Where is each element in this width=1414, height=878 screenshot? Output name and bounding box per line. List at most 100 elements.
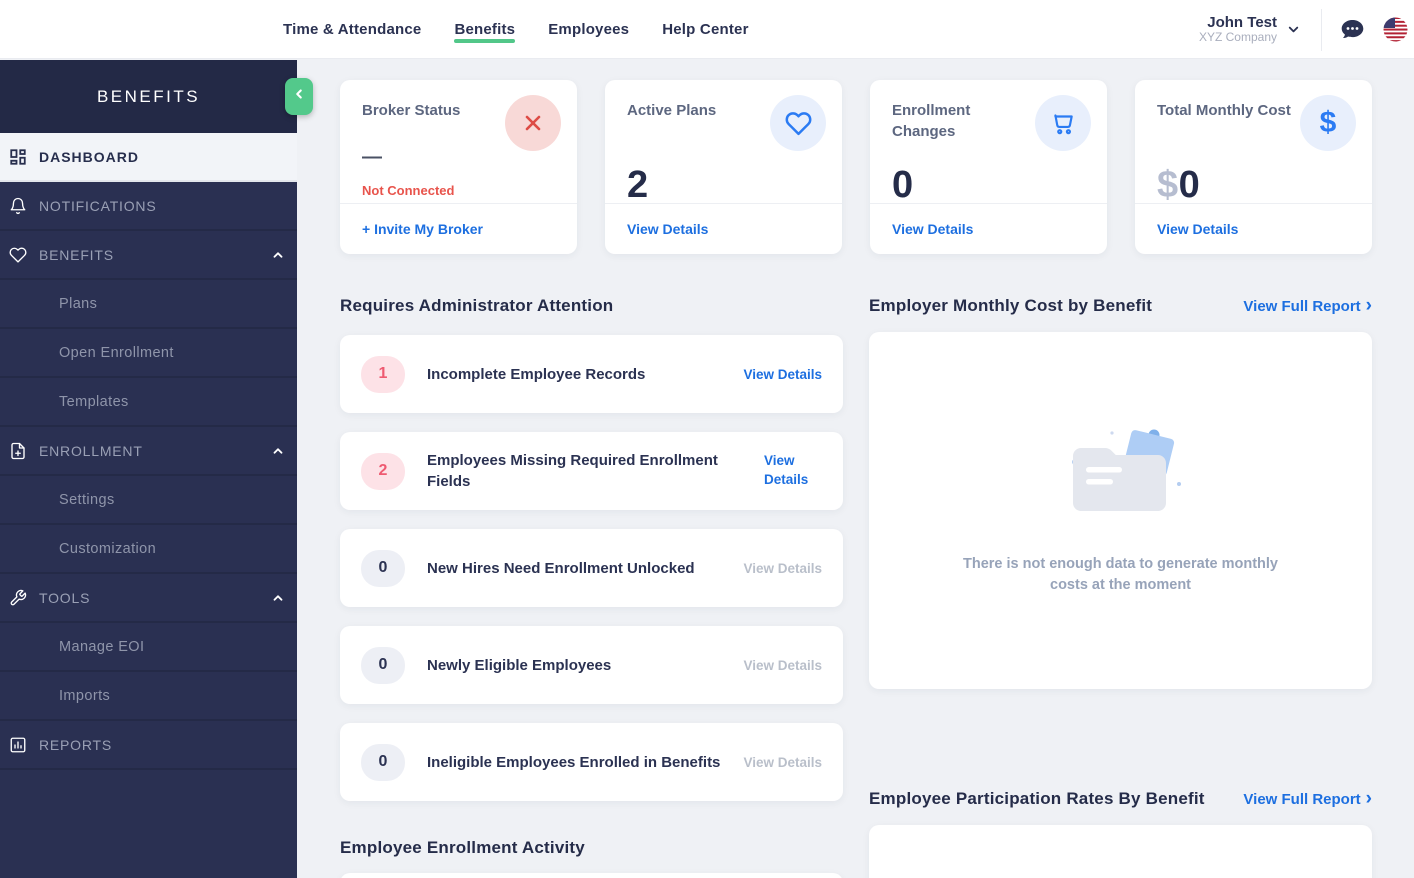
nav-help-center[interactable]: Help Center xyxy=(662,0,748,59)
sidebar-item-label: Manage EOI xyxy=(59,638,145,655)
view-details-link[interactable]: View Details xyxy=(627,221,708,237)
sidebar-item-open-enrollment[interactable]: Open Enrollment xyxy=(0,329,297,378)
sidebar-item-plans[interactable]: Plans xyxy=(0,280,297,329)
empty-folder-illustration xyxy=(1071,429,1181,512)
sidebar-item-enrollment[interactable]: ENROLLMENT xyxy=(0,427,297,476)
attention-label: Ineligible Employees Enrolled in Benefit… xyxy=(427,753,721,771)
participation-heading: Employee Participation Rates By Benefit xyxy=(869,789,1205,808)
user-name: John Test xyxy=(1207,13,1277,31)
sidebar-item-imports[interactable]: Imports xyxy=(0,672,297,721)
chevron-up-icon[interactable] xyxy=(271,444,285,458)
sidebar-item-manage-eoi[interactable]: Manage EOI xyxy=(0,623,297,672)
sidebar-item-customization[interactable]: Customization xyxy=(0,525,297,574)
topbar-divider xyxy=(1321,8,1322,51)
card-footer: View Details xyxy=(1135,203,1372,254)
chevron-right-icon: › xyxy=(1365,294,1372,316)
chat-icon[interactable] xyxy=(1339,18,1366,42)
sidebar-item-label: DASHBOARD xyxy=(39,148,139,165)
chevron-up-icon[interactable] xyxy=(271,248,285,262)
card-title: Enrollment Changes xyxy=(892,102,971,140)
sidebar-collapse-button[interactable] xyxy=(285,78,313,115)
sidebar-item-reports[interactable]: REPORTS xyxy=(0,721,297,770)
enrollment-activity-card xyxy=(340,873,843,878)
sidebar: BENEFITS DASHBOARD NOTIFICATIONS BENEFIT… xyxy=(0,60,297,878)
sidebar-item-label: REPORTS xyxy=(39,736,113,753)
sidebar-item-dashboard[interactable]: DASHBOARD xyxy=(0,133,297,182)
nav-employees[interactable]: Employees xyxy=(548,0,629,59)
chevron-left-icon xyxy=(292,87,306,106)
chevron-down-icon xyxy=(1286,22,1301,42)
sidebar-item-label: ENROLLMENT xyxy=(39,442,143,459)
monthly-cost-heading: Employer Monthly Cost by Benefit xyxy=(869,296,1153,315)
count-badge: 0 xyxy=(361,549,405,587)
chevron-up-icon[interactable] xyxy=(271,591,285,605)
sidebar-item-benefits[interactable]: BENEFITS xyxy=(0,231,297,280)
stat-cards-row: Broker Status — Not Connected + Invite M… xyxy=(340,80,1372,254)
card-value: 0 xyxy=(892,164,914,206)
attention-section: Requires Administrator Attention 1 Incom… xyxy=(340,296,843,878)
view-details-link-disabled: View Details xyxy=(743,560,822,576)
view-full-report-label: View Full Report xyxy=(1243,297,1361,315)
active-plans-card: Active Plans 2 View Details xyxy=(605,80,842,254)
total-monthly-cost-card: Total Monthly Cost $ $0 View Details xyxy=(1135,80,1372,254)
sidebar-item-label: Templates xyxy=(59,393,129,410)
top-navigation-bar: Time & Attendance Benefits Employees Hel… xyxy=(0,0,1414,59)
sidebar-item-label: Imports xyxy=(59,687,111,704)
card-value: — xyxy=(362,146,382,168)
monthly-cost-chart-card: There is not enough data to generate mon… xyxy=(869,332,1372,689)
count-badge: 0 xyxy=(361,743,405,781)
reports-section: Employer Monthly Cost by Benefit View Fu… xyxy=(869,296,1372,878)
view-details-link[interactable]: View Details xyxy=(1157,221,1238,237)
count-badge: 0 xyxy=(361,646,405,684)
attention-label: New Hires Need Enrollment Unlocked xyxy=(427,559,695,577)
view-details-link-disabled: View Details xyxy=(743,754,822,770)
dashboard-icon xyxy=(8,147,27,166)
sidebar-item-settings[interactable]: Settings xyxy=(0,476,297,525)
attention-row-new-hires: 0 New Hires Need Enrollment Unlocked Vie… xyxy=(340,529,843,607)
language-flag-icon[interactable] xyxy=(1383,17,1408,42)
currency-prefix: $ xyxy=(1157,164,1179,206)
nav-benefits[interactable]: Benefits xyxy=(454,0,515,59)
view-full-report-label: View Full Report xyxy=(1243,790,1361,808)
dollar-icon: $ xyxy=(1300,95,1356,151)
sidebar-item-tools[interactable]: TOOLS xyxy=(0,574,297,623)
count-badge: 1 xyxy=(361,355,405,393)
card-value: 2 xyxy=(627,164,649,206)
card-footer: View Details xyxy=(605,203,842,254)
bell-icon xyxy=(8,196,27,215)
view-details-link[interactable]: View Details xyxy=(743,367,822,382)
attention-label: Employees Missing Required Enrollment Fi… xyxy=(427,452,718,490)
file-plus-icon xyxy=(8,441,27,460)
view-full-report-link[interactable]: View Full Report › xyxy=(1243,294,1372,316)
cart-icon xyxy=(1035,95,1091,151)
attention-row-incomplete-records: 1 Incomplete Employee Records View Detai… xyxy=(340,335,843,413)
view-details-link[interactable]: View Details xyxy=(764,452,822,490)
sidebar-item-label: NOTIFICATIONS xyxy=(39,197,157,214)
card-footer: + Invite My Broker xyxy=(340,203,577,254)
heart-icon xyxy=(770,95,826,151)
sidebar-title: BENEFITS xyxy=(96,86,201,106)
bar-chart-icon xyxy=(8,735,27,754)
card-value: $0 xyxy=(1157,164,1200,207)
nav-time-attendance[interactable]: Time & Attendance xyxy=(283,0,421,59)
heart-icon xyxy=(8,245,27,264)
attention-label: Newly Eligible Employees xyxy=(427,656,612,674)
user-menu[interactable]: John Test XYZ Company xyxy=(1199,14,1301,45)
view-details-link[interactable]: View Details xyxy=(892,221,973,237)
sidebar-item-label: Plans xyxy=(59,295,98,312)
attention-row-ineligible-enrolled: 0 Ineligible Employees Enrolled in Benef… xyxy=(340,723,843,801)
sidebar-item-templates[interactable]: Templates xyxy=(0,378,297,427)
attention-row-newly-eligible: 0 Newly Eligible Employees View Details xyxy=(340,626,843,704)
sidebar-item-label: TOOLS xyxy=(39,589,91,606)
view-details-link-disabled: View Details xyxy=(743,657,822,673)
card-footer: View Details xyxy=(870,203,1107,254)
attention-row-missing-fields: 2 Employees Missing Required Enrollment … xyxy=(340,432,843,510)
participation-chart-card xyxy=(869,825,1372,878)
broker-status-text: Not Connected xyxy=(362,183,455,198)
invite-broker-link[interactable]: + Invite My Broker xyxy=(362,221,483,237)
user-company: XYZ Company xyxy=(1198,30,1277,45)
view-full-report-link[interactable]: View Full Report › xyxy=(1243,789,1372,808)
attention-heading: Requires Administrator Attention xyxy=(340,296,614,315)
sidebar-item-notifications[interactable]: NOTIFICATIONS xyxy=(0,182,297,231)
x-circle-icon xyxy=(505,95,561,151)
